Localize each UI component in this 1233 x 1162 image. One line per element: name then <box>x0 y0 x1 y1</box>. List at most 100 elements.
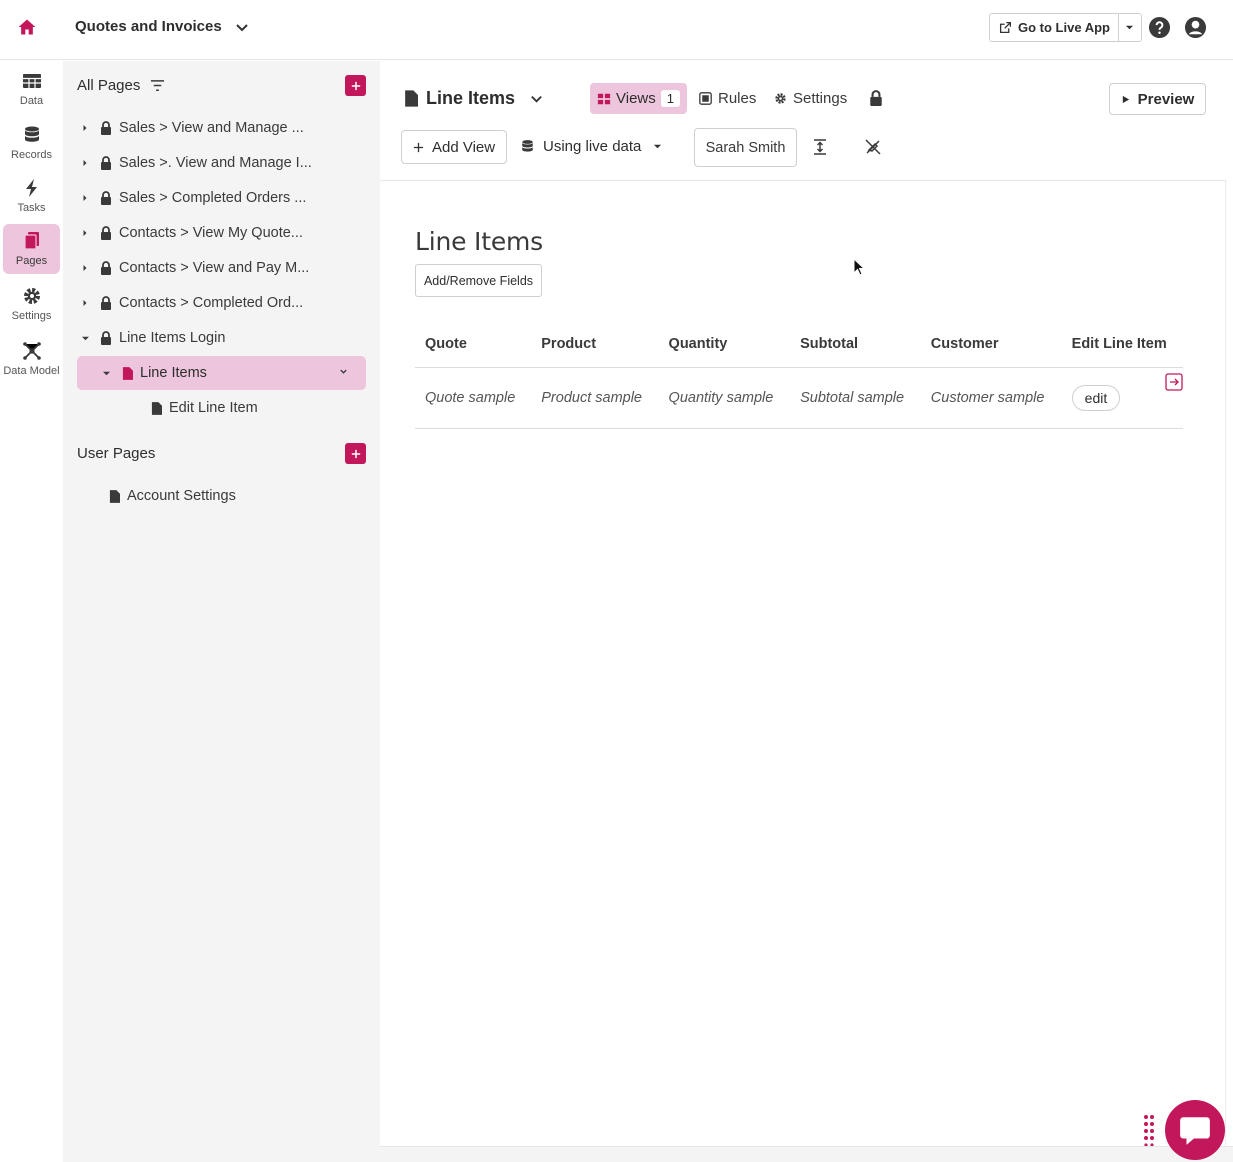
views-count-badge: 1 <box>660 90 680 107</box>
tab-rules[interactable]: Rules <box>699 90 756 107</box>
user-pages-header: User Pages <box>77 445 155 462</box>
add-page-button[interactable] <box>345 75 366 96</box>
tree-item-line-items-login[interactable]: Line Items Login <box>77 321 366 355</box>
go-to-live-app-button[interactable]: Go to Live App <box>990 14 1119 41</box>
filter-icon[interactable] <box>150 78 165 93</box>
tree-item-label: Sales > Completed Orders ... <box>119 190 307 206</box>
app-title: Quotes and Invoices <box>75 18 222 35</box>
page-title-dropdown[interactable]: Line Items <box>404 88 544 109</box>
rail-item-label: Data <box>19 95 44 107</box>
tree-item-account-settings[interactable]: Account Settings <box>77 479 366 513</box>
lock-icon <box>99 331 113 345</box>
add-remove-fields-button[interactable]: Add/Remove Fields <box>415 264 542 297</box>
help-icon[interactable] <box>1148 16 1171 39</box>
rules-icon <box>699 92 712 105</box>
lock-icon <box>99 261 113 275</box>
tab-views-label: Views <box>616 90 656 107</box>
rail-item-records[interactable]: Records <box>3 118 60 168</box>
app-title-dropdown[interactable]: Quotes and Invoices <box>75 18 250 35</box>
lock-icon <box>99 156 113 170</box>
tree-item-page[interactable]: Contacts > View My Quote... <box>77 216 366 250</box>
caret-right-icon[interactable] <box>77 230 93 236</box>
rail-item-label: Records <box>11 149 52 161</box>
chat-button[interactable] <box>1165 1100 1225 1160</box>
tab-rules-label: Rules <box>718 90 757 107</box>
rail-item-label: Pages <box>15 255 48 267</box>
lock-icon <box>99 191 113 205</box>
drag-handle-icon[interactable] <box>1143 1114 1155 1146</box>
tree-item-label: Contacts > View and Pay M... <box>119 260 310 276</box>
gear-icon <box>775 93 786 104</box>
column-header[interactable]: Edit Line Item <box>1061 326 1183 368</box>
caret-right-icon[interactable] <box>77 265 93 271</box>
tree-item-label: Contacts > View My Quote... <box>119 225 303 241</box>
vertical-spacing-icon[interactable] <box>811 138 829 156</box>
column-header[interactable]: Product <box>531 326 659 368</box>
tree-item-label: Line Items Login <box>119 330 226 346</box>
page-icon <box>120 366 134 380</box>
tree-item-label: Line Items <box>140 365 207 381</box>
live-data-label: Using live data <box>543 138 642 155</box>
add-view-button[interactable]: Add View <box>401 130 508 164</box>
rail-item-settings[interactable]: Settings <box>3 279 60 329</box>
table-cell: Customer sample <box>920 367 1062 429</box>
page-icon <box>107 489 121 503</box>
caret-down-icon[interactable] <box>77 335 93 342</box>
table-cell: Quote sample <box>415 367 532 429</box>
caret-down-icon <box>654 144 662 149</box>
caret-right-icon[interactable] <box>77 300 93 306</box>
tree-item-label: Sales >. View and Manage I... <box>119 155 312 171</box>
column-header[interactable]: Quantity <box>658 326 791 368</box>
user-pages-label: User Pages <box>77 445 156 462</box>
user-select[interactable]: Sarah Smith <box>694 128 797 167</box>
home-icon[interactable] <box>16 16 38 38</box>
rail-item-pages[interactable]: Pages <box>3 224 60 274</box>
caret-down-icon <box>1126 25 1134 30</box>
tree-item-edit-line-item[interactable]: Edit Line Item <box>77 391 366 425</box>
caret-down-icon[interactable] <box>98 370 114 377</box>
live-data-dropdown[interactable]: Using live data <box>520 138 662 155</box>
rail-item-data-model[interactable]: Data Model <box>3 334 60 384</box>
user-account-icon[interactable] <box>1184 16 1207 39</box>
table-cell: Product sample <box>531 367 659 429</box>
lock-icon[interactable] <box>869 90 883 106</box>
add-view-label: Add View <box>432 138 496 156</box>
tree-item-page[interactable]: Sales > Completed Orders ... <box>77 181 366 215</box>
design-off-icon[interactable] <box>864 138 882 156</box>
gear-icon <box>23 288 40 304</box>
chevron-down-icon <box>236 23 248 31</box>
plus-icon <box>351 81 360 90</box>
chevron-down-icon[interactable] <box>339 367 348 376</box>
caret-right-icon[interactable] <box>77 160 93 166</box>
page-canvas: Line Items Add/Remove Fields Quote Produ… <box>380 180 1226 1146</box>
preview-button[interactable]: Preview <box>1109 83 1206 115</box>
rail-item-data[interactable]: Data <box>3 64 60 114</box>
page-title: Line Items <box>426 88 516 108</box>
column-header[interactable]: Customer <box>920 326 1062 368</box>
rail-item-tasks[interactable]: Tasks <box>3 171 60 221</box>
column-header[interactable]: Subtotal <box>790 326 921 368</box>
open-record-icon[interactable] <box>1165 373 1183 391</box>
chevron-down-icon <box>531 95 542 103</box>
tree-item-page[interactable]: Contacts > View and Pay M... <box>77 251 366 285</box>
tree-item-line-items[interactable]: Line Items <box>77 356 366 390</box>
plus-icon <box>413 142 424 152</box>
tab-settings-label: Settings <box>793 90 848 107</box>
tree-item-label: Sales > View and Manage ... <box>119 120 304 136</box>
add-user-page-button[interactable] <box>345 443 366 464</box>
tree-item-page[interactable]: Contacts > Completed Ord... <box>77 286 366 320</box>
caret-right-icon[interactable] <box>77 125 93 131</box>
main-area: Line Items Views 1 Rules Settings Previe… <box>380 61 1233 1162</box>
caret-right-icon[interactable] <box>77 195 93 201</box>
tab-views[interactable]: Views 1 <box>590 83 687 114</box>
rail-item-label: Settings <box>11 310 52 322</box>
live-app-menu-button[interactable] <box>1118 14 1141 41</box>
tree-item-page[interactable]: Sales > View and Manage ... <box>77 111 366 145</box>
tree-item-page[interactable]: Sales >. View and Manage I... <box>77 146 366 180</box>
edit-link-button[interactable]: edit <box>1071 385 1121 411</box>
column-header[interactable]: Quote <box>415 326 532 368</box>
go-to-live-app-label: Go to Live App <box>1018 20 1110 35</box>
tab-settings[interactable]: Settings <box>774 90 847 107</box>
play-icon <box>1122 95 1129 103</box>
view-title: Line Items <box>415 227 543 256</box>
